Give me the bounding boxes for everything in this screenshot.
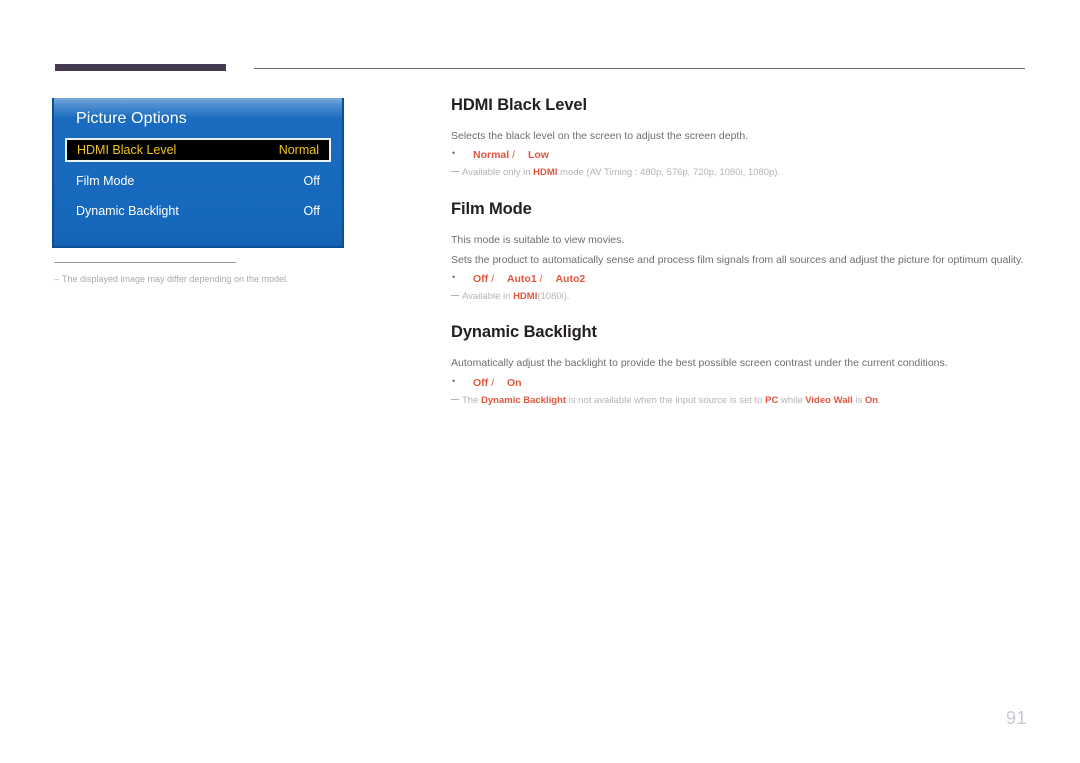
section-dynamic-backlight: Dynamic Backlight Automatically adjust t… — [451, 323, 1031, 407]
content-column: HDMI Black Level Selects the black level… — [451, 96, 1031, 407]
section-title: Film Mode — [451, 199, 532, 218]
section-hdmi-black-level: HDMI Black Level Selects the black level… — [451, 96, 1031, 180]
option-value: Normal — [473, 149, 510, 162]
osd-note-divider — [54, 262, 236, 263]
dash-marker-icon: – — [54, 274, 60, 284]
section-title: HDMI Black Level — [451, 96, 587, 114]
section-note: Available in HDMI(1080i). — [451, 290, 1031, 303]
header-divider-line — [254, 68, 1025, 69]
osd-menu-list: HDMI Black Level Normal Film Mode Off Dy… — [54, 138, 342, 223]
osd-row-label: Film Mode — [76, 174, 135, 188]
osd-row-hdmi-black-level[interactable]: HDMI Black Level Normal — [65, 138, 331, 162]
section-body-line: Sets the product to automatically sense … — [451, 253, 1024, 266]
osd-menu-title: Picture Options — [76, 110, 187, 127]
option-value: On — [506, 376, 522, 389]
header-accent-bar — [55, 64, 226, 71]
osd-row-label: HDMI Black Level — [77, 143, 177, 157]
option-separator: / — [509, 149, 518, 162]
osd-row-film-mode[interactable]: Film Mode Off — [66, 169, 330, 193]
section-body-line: Selects the black level on the screen to… — [451, 130, 749, 142]
section-title: Dynamic Backlight — [451, 323, 597, 342]
section-note: The Dynamic Backlight is not available w… — [451, 394, 1031, 407]
page-header-rules — [0, 0, 1080, 80]
osd-row-label: Dynamic Backlight — [76, 204, 179, 218]
option-value: Off — [473, 376, 489, 389]
osd-row-value: Normal — [278, 143, 319, 157]
section-body-line: Automatically adjust the backlight to pr… — [451, 357, 948, 370]
section-options: Normal / Low — [451, 148, 1031, 162]
osd-row-value: Off — [303, 204, 320, 218]
osd-note: – The displayed image may differ dependin… — [54, 274, 354, 285]
option-separator: / — [536, 273, 546, 286]
osd-row-value: Off — [303, 174, 320, 188]
osd-note-text: The displayed image may differ depending… — [62, 274, 289, 284]
option-separator: / — [488, 273, 497, 286]
section-options: Off / Auto1 / Auto2 — [451, 272, 1031, 286]
option-value: Auto1 — [506, 273, 537, 286]
page-number: 91 — [1005, 708, 1027, 728]
osd-menu-panel: Picture Options HDMI Black Level Normal … — [52, 98, 344, 248]
option-value: Auto2 — [555, 273, 586, 286]
section-note: Available only in HDMI mode (AV Timing :… — [451, 166, 1031, 179]
option-value: Low — [527, 149, 549, 162]
section-film-mode: Film Mode This mode is suitable to view … — [451, 200, 1031, 304]
section-body-line: This mode is suitable to view movies. — [451, 233, 625, 246]
section-options: Off / On — [451, 376, 1031, 389]
option-value: Off — [473, 273, 489, 286]
osd-note-block: – The displayed image may differ dependin… — [54, 262, 354, 285]
option-separator: / — [488, 376, 497, 389]
osd-row-dynamic-backlight[interactable]: Dynamic Backlight Off — [66, 199, 330, 223]
